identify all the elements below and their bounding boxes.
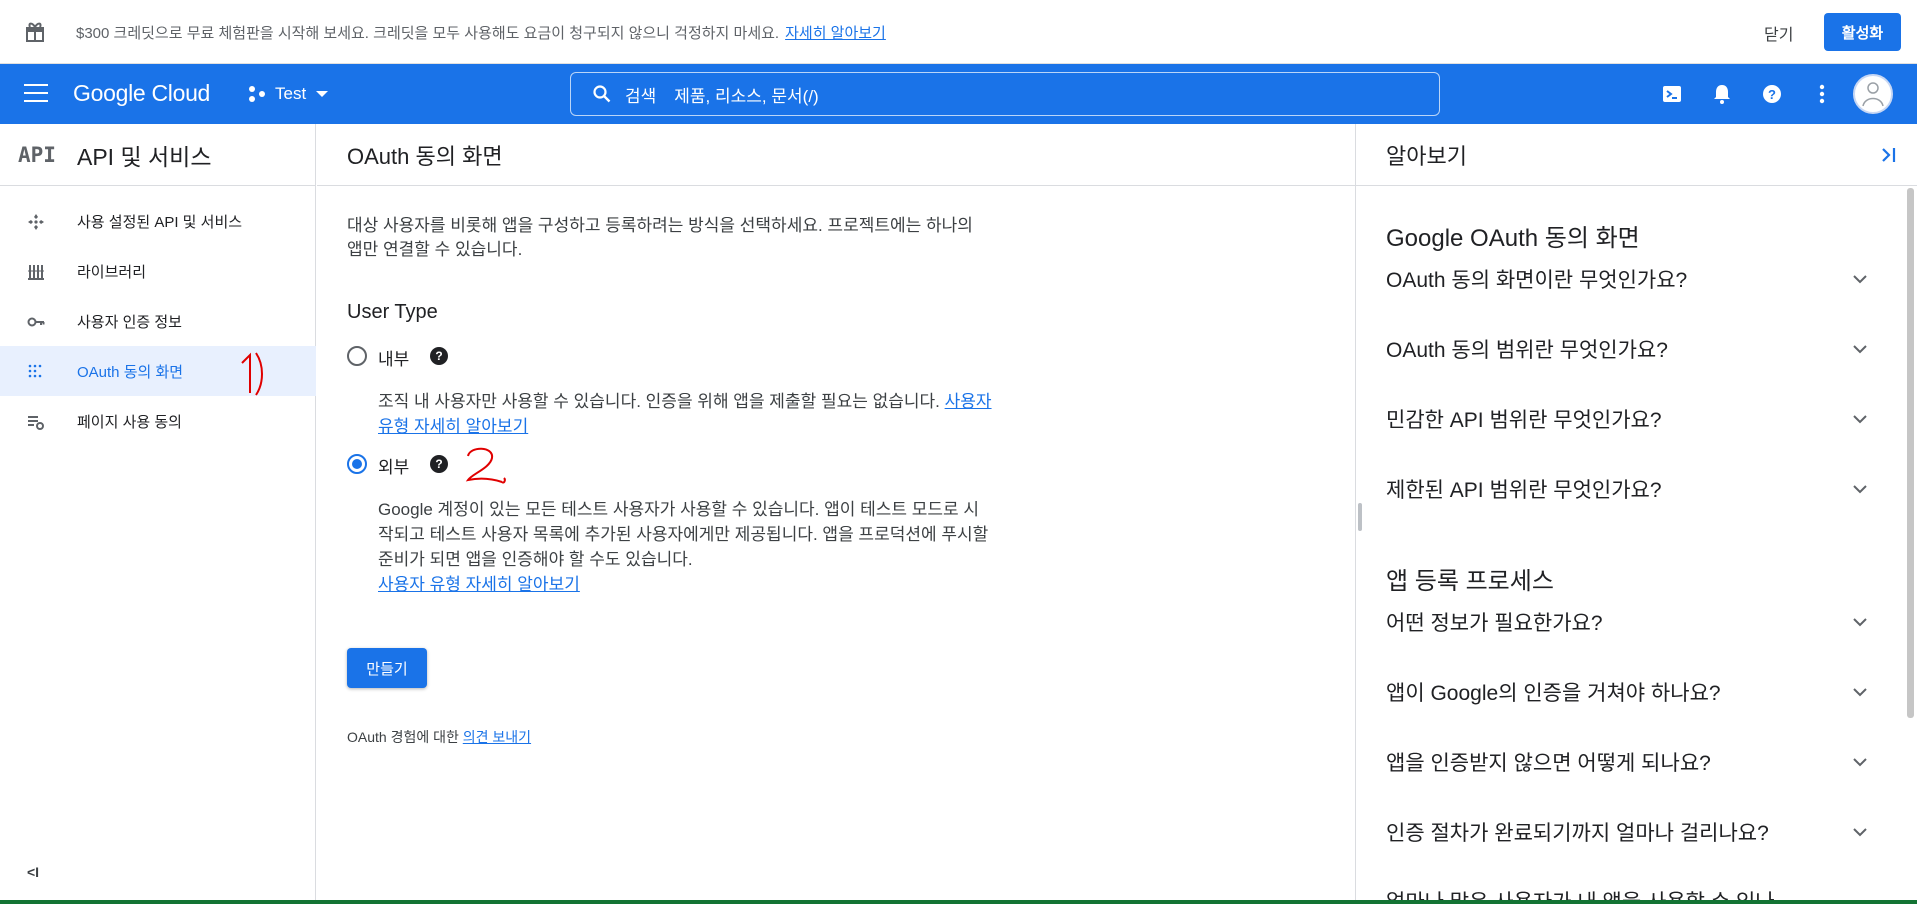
main-header: OAuth 동의 화면 [317, 124, 1355, 186]
faq-item[interactable]: 제한된 API 범위란 무엇인가요? [1386, 469, 1867, 509]
send-feedback-link[interactable]: 의견 보내기 [463, 729, 531, 745]
help-icon[interactable]: ? [1760, 82, 1784, 106]
help-panel: 알아보기 Google OAuth 동의 화면 OAuth 동의 화면이란 무엇… [1356, 124, 1917, 904]
left-sidebar: API API 및 서비스 사용 설정된 API 및 서비스 라이브러리 사용자… [0, 124, 316, 904]
external-desc-text: Google 계정이 있는 모든 테스트 사용자가 사용할 수 있습니다. 앱이… [378, 500, 989, 569]
sidebar-item-page-usage[interactable]: 페이지 사용 동의 [0, 396, 316, 446]
help-panel-scrollbar[interactable] [1907, 188, 1914, 718]
internal-description: 조직 내 사용자만 사용할 수 있습니다. 인증을 위해 앱을 제출할 필요는 … [378, 389, 993, 439]
avatar[interactable] [1853, 74, 1893, 114]
project-dots-icon [249, 86, 265, 102]
annotation-number-2-icon [465, 447, 506, 484]
project-picker[interactable]: Test [249, 84, 329, 104]
chevron-down-icon [1853, 275, 1867, 284]
faq-question: OAuth 동의 화면이란 무엇인가요? [1386, 269, 1688, 292]
help-panel-title: 알아보기 [1386, 143, 1467, 169]
menu-icon[interactable] [24, 84, 48, 104]
sidebar-item-label: 페이지 사용 동의 [77, 413, 182, 431]
search-input[interactable]: 검색 제품, 리소스, 문서(/) [570, 72, 1440, 116]
sidebar-item-credentials[interactable]: 사용자 인증 정보 [0, 296, 316, 346]
faq-item[interactable]: OAuth 동의 범위란 무엇인가요? [1386, 329, 1867, 369]
bottom-edge [0, 900, 1917, 904]
sidebar-title: API 및 서비스 [77, 143, 212, 170]
sidebar-item-label: 사용 설정된 API 및 서비스 [77, 213, 243, 231]
activate-button[interactable]: 활성화 [1824, 13, 1901, 51]
chevron-down-icon [1853, 618, 1867, 627]
chevron-down-icon [1853, 688, 1867, 697]
library-icon [28, 265, 44, 280]
chevron-down-icon [1853, 485, 1867, 494]
sidebar-item-oauth-consent[interactable]: OAuth 동의 화면 [0, 346, 316, 396]
google-cloud-logo[interactable]: Google Cloud [73, 80, 210, 107]
sidebar-header: API API 및 서비스 [0, 124, 315, 186]
search-placeholder: 제품, 리소스, 문서(/) [674, 86, 819, 106]
internal-label: 내부 [378, 350, 410, 369]
caret-down-icon [316, 91, 329, 97]
help-circle-icon[interactable]: ? [430, 347, 448, 365]
faq-question: OAuth 동의 범위란 무엇인가요? [1386, 339, 1668, 362]
sidebar-item-label: OAuth 동의 화면 [77, 363, 184, 381]
oauth-grid-icon [28, 364, 42, 378]
annotation-number-1-icon [241, 352, 263, 396]
faq-item[interactable]: 어떤 정보가 필요한가요? [1386, 602, 1867, 642]
faq-question: 민감한 API 범위란 무엇인가요? [1386, 409, 1662, 432]
page-title: OAuth 동의 화면 [347, 143, 503, 169]
sidebar-item-label: 라이브러리 [77, 263, 147, 281]
trial-banner: $300 크레딧으로 무료 체험판을 시작해 보세요. 크레딧을 모두 사용해도… [0, 0, 1917, 64]
internal-radio[interactable] [347, 346, 367, 366]
user-type-heading: User Type [347, 301, 438, 323]
sidebar-item-library[interactable]: 라이브러리 [0, 246, 316, 296]
external-label: 외부 [378, 458, 410, 477]
more-vert-icon[interactable] [1810, 82, 1834, 106]
intro-text: 대상 사용자를 비롯해 앱을 구성하고 등록하려는 방식을 선택하세요. 프로젝… [347, 216, 973, 259]
banner-text: $300 크레딧으로 무료 체험판을 시작해 보세요. 크레딧을 모두 사용해도… [76, 25, 780, 42]
sidebar-item-label: 사용자 인증 정보 [77, 313, 182, 331]
external-radio[interactable] [347, 454, 367, 474]
faq-item[interactable]: OAuth 동의 화면이란 무엇인가요? [1386, 259, 1867, 299]
collapse-sidebar-icon[interactable]: <I [27, 864, 39, 880]
chevron-down-icon [1853, 415, 1867, 424]
chevron-down-icon [1853, 758, 1867, 767]
api-logo-icon: API [18, 142, 56, 167]
key-icon [27, 317, 45, 327]
gift-icon [26, 22, 44, 42]
help-circle-icon[interactable]: ? [430, 455, 448, 473]
faq-question: 앱을 인증받지 않으면 어떻게 되나요? [1386, 752, 1711, 775]
notifications-icon[interactable] [1710, 82, 1734, 106]
search-icon [593, 85, 611, 103]
help-section-title: 앱 등록 프로세스 [1386, 568, 1554, 595]
feedback-line: OAuth 경험에 대한 의견 보내기 [347, 727, 531, 747]
chevron-down-icon [1853, 345, 1867, 354]
chevron-down-icon [1853, 828, 1867, 837]
faq-question: 제한된 API 범위란 무엇인가요? [1386, 479, 1662, 502]
faq-item[interactable]: 인증 절차가 완료되기까지 얼마나 걸리나요? [1386, 812, 1867, 852]
project-name: Test [275, 84, 307, 103]
settings-list-icon [28, 416, 44, 430]
cloud-shell-icon[interactable] [1660, 82, 1684, 106]
api-diamond-icon [28, 214, 44, 230]
sidebar-item-enabled-apis[interactable]: 사용 설정된 API 및 서비스 [0, 196, 316, 246]
banner-message: $300 크레딧으로 무료 체험판을 시작해 보세요. 크레딧을 모두 사용해도… [76, 22, 886, 43]
close-panel-icon[interactable] [1877, 143, 1901, 167]
help-section-title: Google OAuth 동의 화면 [1386, 225, 1640, 252]
svg-text:?: ? [1768, 87, 1776, 102]
feedback-text: OAuth 경험에 대한 [347, 729, 459, 745]
create-button[interactable]: 만들기 [347, 648, 427, 688]
external-description: Google 계정이 있는 모든 테스트 사용자가 사용할 수 있습니다. 앱이… [378, 497, 993, 597]
faq-item[interactable]: 앱을 인증받지 않으면 어떻게 되나요? [1386, 742, 1867, 782]
main-content: OAuth 동의 화면 대상 사용자를 비롯해 앱을 구성하고 등록하려는 방식… [317, 124, 1355, 904]
faq-item[interactable]: 앱이 Google의 인증을 거쳐야 하나요? [1386, 672, 1867, 712]
faq-question: 어떤 정보가 필요한가요? [1386, 612, 1603, 635]
help-panel-header: 알아보기 [1356, 124, 1917, 186]
external-learn-more-link[interactable]: 사용자 유형 자세히 알아보기 [378, 575, 580, 594]
internal-desc-text: 조직 내 사용자만 사용할 수 있습니다. 인증을 위해 앱을 제출할 필요는 … [378, 392, 940, 411]
banner-learn-more-link[interactable]: 자세히 알아보기 [785, 25, 886, 42]
top-app-bar: Google Cloud Test 검색 제품, 리소스, 문서(/) ? [0, 64, 1917, 124]
faq-question: 앱이 Google의 인증을 거쳐야 하나요? [1386, 682, 1721, 705]
banner-close-button[interactable]: 닫기 [1764, 21, 1793, 45]
search-label: 검색 [625, 86, 657, 106]
faq-question: 인증 절차가 완료되기까지 얼마나 걸리나요? [1386, 822, 1769, 845]
faq-item[interactable]: 민감한 API 범위란 무엇인가요? [1386, 399, 1867, 439]
